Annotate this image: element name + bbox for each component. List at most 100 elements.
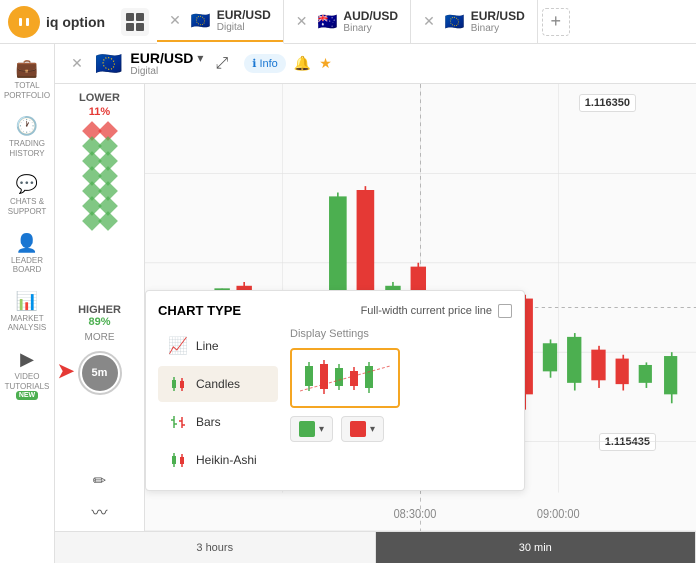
info-label: Info: [259, 58, 277, 70]
chart-type-heikin-label: Heikin-Ashi: [196, 453, 257, 467]
tab-eurusd-binary[interactable]: ✕ 🇪🇺 EUR/USD Binary: [411, 0, 538, 44]
time-option-3h[interactable]: 3 hours: [55, 532, 376, 563]
trade-sidebar: LOWER 11%: [55, 84, 145, 531]
color-down-dot: [350, 421, 366, 437]
chart-type-line[interactable]: 📈 Line: [158, 328, 278, 364]
tab-close-icon[interactable]: ✕: [296, 13, 308, 30]
sidebar-item-portfolio[interactable]: 💼 TOTALPORTFOLIO: [2, 52, 52, 106]
info-icon: ℹ: [252, 57, 256, 70]
display-settings-title: Display Settings: [290, 328, 512, 340]
wave-icon[interactable]: 〰: [91, 499, 107, 523]
svg-text:09:00:00: 09:00:00: [537, 506, 580, 521]
tab-close-icon[interactable]: ✕: [423, 13, 435, 30]
bars-chart-icon: [168, 412, 188, 432]
sidebar-label-history: TRADINGHISTORY: [9, 139, 45, 158]
chart-type-title: CHART TYPE: [158, 303, 241, 318]
color-up-dot: [299, 421, 315, 437]
tab-close-icon[interactable]: ✕: [169, 12, 181, 29]
color-down-dropdown-icon: ▾: [370, 424, 375, 435]
time-button[interactable]: 5m: [78, 351, 122, 395]
add-tab-button[interactable]: +: [542, 8, 570, 36]
sidebar-item-history[interactable]: 🕐 TRADINGHISTORY: [2, 110, 52, 164]
color-up-selector[interactable]: ▾: [290, 416, 333, 442]
diamond-indicator: [98, 211, 118, 231]
sidebar-label-market: MARKETANALYSIS: [8, 314, 47, 333]
candle-preview-svg: [300, 356, 390, 401]
dropdown-arrow-icon[interactable]: ▾: [197, 51, 203, 65]
leaderboard-icon: 👤: [16, 233, 38, 254]
sidebar-label-leaderboard: LEADERBOARD: [11, 256, 43, 275]
chart-type-header: CHART TYPE Full-width current price line: [158, 303, 512, 318]
content-area: ✕ 🇪🇺 EUR/USD ▾ Digital ⤢ ℹ Info 🔔 ★: [55, 44, 696, 563]
sub-header: ✕ 🇪🇺 EUR/USD ▾ Digital ⤢ ℹ Info 🔔 ★: [55, 44, 696, 84]
color-up-dropdown-icon: ▾: [319, 424, 324, 435]
portfolio-icon: 💼: [16, 58, 38, 79]
info-button[interactable]: ℹ Info: [244, 54, 286, 73]
panel-close-button[interactable]: ✕: [67, 54, 87, 74]
candles-chart-icon: [168, 374, 188, 394]
logo-icon: [8, 6, 40, 38]
chart-types-row: 📈 Line: [158, 328, 512, 478]
chart-type-bars-label: Bars: [196, 415, 221, 429]
sidebar-item-market[interactable]: 📊 MARKETANALYSIS: [2, 285, 52, 339]
display-settings: Display Settings: [278, 328, 512, 478]
full-width-checkbox[interactable]: [498, 304, 512, 318]
time-selector[interactable]: 5m ➤: [78, 347, 122, 395]
chart-type-panel: CHART TYPE Full-width current price line…: [145, 290, 525, 491]
time-option-30m[interactable]: 30 min: [376, 532, 696, 563]
history-icon: 🕐: [16, 116, 38, 137]
new-badge: NEW: [16, 391, 38, 400]
asset-info: EUR/USD ▾ Digital: [130, 50, 203, 77]
chart-type-candles[interactable]: Candles: [158, 366, 278, 402]
color-down-selector[interactable]: ▾: [341, 416, 384, 442]
sidebar-label-chats: CHATS &SUPPORT: [8, 197, 47, 216]
heikin-chart-icon: [168, 450, 188, 470]
sidebar-label-portfolio: TOTALPORTFOLIO: [4, 81, 50, 100]
bell-icon[interactable]: 🔔: [294, 55, 311, 72]
sidebar-item-leaderboard[interactable]: 👤 LEADERBOARD: [2, 227, 52, 281]
lower-percentage: 11%: [89, 106, 110, 118]
tab-flag: 🇦🇺: [318, 12, 338, 32]
candle-preview: [290, 348, 400, 408]
asset-pair-label: EUR/USD: [130, 50, 193, 66]
higher-percentage: 89%: [88, 316, 110, 328]
tab-flag: 🇪🇺: [445, 12, 465, 32]
sidebar-label-tutorials: VIDEOTUTORIALS: [5, 372, 50, 391]
time-value: 5m: [82, 355, 118, 391]
full-width-option[interactable]: Full-width current price line: [361, 304, 512, 318]
tab-pair-label: EUR/USD: [217, 8, 271, 22]
chart-types-list: 📈 Line: [158, 328, 278, 478]
left-sidebar: 💼 TOTALPORTFOLIO 🕐 TRADINGHISTORY 💬 CHAT…: [0, 44, 55, 563]
market-icon: 📊: [16, 291, 38, 312]
red-arrow-icon: ➤: [58, 359, 75, 384]
sidebar-item-tutorials[interactable]: ▶ VIDEOTUTORIALS NEW: [2, 343, 52, 406]
bottom-time-controls: 3 hours 30 min: [55, 531, 696, 563]
higher-label: HIGHER: [78, 304, 121, 316]
chart-canvas[interactable]: 1.116350 1.115435: [145, 84, 696, 531]
grid-menu-button[interactable]: [121, 8, 149, 36]
tab-flag: 🇪🇺: [191, 11, 211, 31]
logo-text: iq option: [46, 14, 105, 30]
chart-type-line-label: Line: [196, 339, 219, 353]
svg-text:08:30:00: 08:30:00: [394, 506, 437, 521]
tab-type-label: Binary: [343, 23, 398, 34]
full-width-label: Full-width current price line: [361, 305, 492, 317]
progress-indicators: [85, 124, 115, 228]
tab-pair-label: EUR/USD: [471, 9, 525, 23]
sidebar-item-chats[interactable]: 💬 CHATS &SUPPORT: [2, 168, 52, 222]
chats-icon: 💬: [16, 174, 38, 195]
line-chart-icon: 📈: [168, 336, 188, 356]
tab-eurusd-digital[interactable]: ✕ 🇪🇺 EUR/USD Digital: [157, 0, 284, 44]
lower-label: LOWER: [79, 92, 120, 104]
pencil-icon[interactable]: ✏: [93, 471, 106, 491]
star-icon[interactable]: ★: [319, 55, 332, 72]
chart-type-candles-label: Candles: [196, 377, 240, 391]
chart-type-heikin[interactable]: Heikin-Ashi: [158, 442, 278, 478]
resize-icon[interactable]: ⤢: [215, 55, 228, 73]
chart-type-bars[interactable]: Bars: [158, 404, 278, 440]
top-navigation: iq option ✕ 🇪🇺 EUR/USD Digital ✕ 🇦🇺 AUD/…: [0, 0, 696, 44]
tab-pair-label: AUD/USD: [343, 9, 398, 23]
logo: iq option: [8, 6, 105, 38]
tab-audusd-binary[interactable]: ✕ 🇦🇺 AUD/USD Binary: [284, 0, 411, 44]
higher-section: HIGHER 89% MORE 5m ➤: [78, 304, 122, 395]
